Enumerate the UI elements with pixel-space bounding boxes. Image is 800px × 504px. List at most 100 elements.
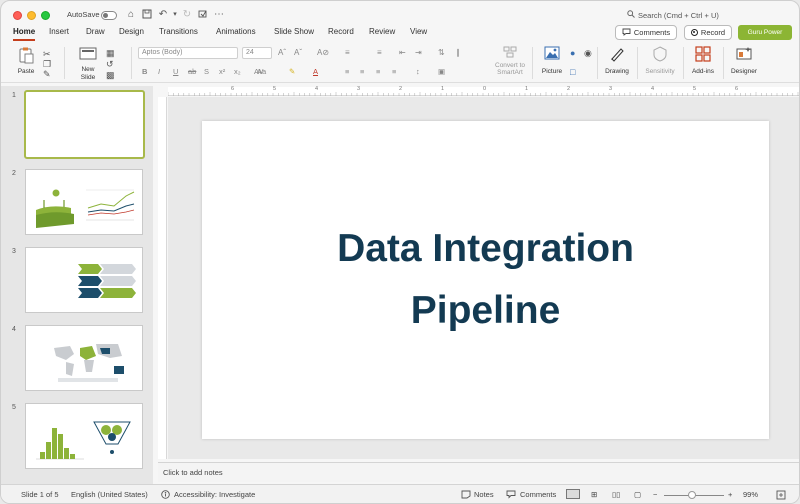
bullets-icon[interactable]: ≡ [345, 48, 350, 57]
minimize-window-button[interactable] [27, 11, 36, 20]
guru-power-button[interactable]: Guru Power [738, 25, 792, 40]
reading-view-icon[interactable]: ▯▯ [612, 490, 620, 499]
home-icon[interactable]: ⌂ [125, 9, 137, 21]
format-painter-icon[interactable]: ✎ [43, 69, 51, 79]
autosave-toggle[interactable] [101, 11, 117, 20]
layout-icon[interactable]: ▦ [106, 48, 115, 58]
align-right-icon[interactable]: ≡ [376, 67, 380, 76]
italic-icon[interactable]: I [158, 67, 160, 76]
clear-format-icon[interactable]: A⊘ [317, 48, 329, 57]
font-name-select[interactable]: Aptos (Body) [138, 47, 238, 59]
slideshow-icon[interactable]: ▢ [634, 490, 641, 499]
status-bar: Slide 1 of 5 English (United States) Acc… [1, 484, 799, 503]
highlight-icon[interactable]: ✎ [289, 67, 295, 76]
comments-button[interactable]: Comments [615, 25, 677, 40]
language-indicator[interactable]: English (United States) [71, 490, 148, 499]
reset-icon[interactable]: ↺ [106, 59, 114, 69]
copy-icon[interactable]: ❐ [43, 59, 51, 69]
search-box[interactable]: Search (Cmd + Ctrl + U) [627, 10, 719, 20]
slide-sorter-icon[interactable]: ⊞ [591, 490, 597, 499]
convert-smartart-button[interactable]: Convert to SmartArt [490, 46, 530, 76]
tab-home[interactable]: Home [13, 27, 36, 41]
more-commands-icon[interactable]: ⋯ [213, 9, 225, 21]
close-window-button[interactable] [13, 11, 22, 20]
shadow-icon[interactable]: S [204, 67, 209, 76]
accessibility-status[interactable]: Accessibility: Investigate [174, 490, 255, 499]
font-color-icon[interactable]: A [313, 67, 318, 76]
increase-font-icon[interactable]: Aˆ [278, 48, 286, 57]
section-icon[interactable]: ▩ [106, 70, 115, 80]
tab-insert[interactable]: Insert [49, 27, 69, 36]
zoom-out-icon[interactable]: − [653, 490, 657, 499]
align-left-icon[interactable]: ≡ [345, 67, 349, 76]
slide-thumbnail-3[interactable] [25, 247, 143, 313]
slide-thumbnail-pane: 1 2 3 4 5 [1, 86, 153, 484]
maximize-window-button[interactable] [41, 11, 50, 20]
zoom-slider-knob[interactable] [688, 491, 696, 499]
textbox-icon[interactable]: □ [570, 67, 575, 77]
slide-thumbnail-1[interactable] [24, 90, 145, 159]
picture-button[interactable]: Picture [538, 46, 566, 75]
align-center-icon[interactable]: ≡ [360, 67, 364, 76]
undo-icon[interactable]: ↶ [157, 9, 169, 21]
redo-icon[interactable]: ↻ [181, 9, 193, 21]
undo-dropdown-icon[interactable]: ▾ [169, 9, 181, 21]
change-case-menu-icon[interactable]: Aa [257, 67, 266, 76]
notes-pane[interactable]: Click to add notes [158, 462, 799, 482]
fit-to-window-icon[interactable] [776, 490, 786, 502]
arrange-icon[interactable]: ◉ [584, 48, 592, 58]
shapes-icon[interactable]: ● [570, 48, 575, 58]
slide-thumbnail-2[interactable] [25, 169, 143, 235]
save-icon[interactable] [141, 9, 153, 21]
slide-thumbnail-4[interactable] [25, 325, 143, 391]
zoom-in-icon[interactable]: + [728, 490, 732, 499]
record-icon [690, 29, 698, 36]
slide-thumbnail-5[interactable] [25, 403, 143, 469]
strikethrough-icon[interactable]: ab [188, 67, 196, 76]
sensitivity-button[interactable]: Sensitivity [642, 46, 678, 75]
powerpoint-window: AutoSave ⌂ ↶ ▾ ↻ ⋯ Search (Cmd + Ctrl + … [0, 0, 800, 504]
tab-animations[interactable]: Animations [216, 27, 256, 36]
justify-icon[interactable]: ≡ [392, 67, 396, 76]
comments-toggle[interactable]: Comments [520, 490, 556, 499]
add-ins-label: Add-ins [691, 68, 715, 75]
drawing-button[interactable]: Drawing [602, 46, 632, 75]
subscript-icon[interactable]: x₂ [234, 67, 241, 76]
designer-button[interactable]: Designer [728, 46, 760, 75]
cut-icon[interactable]: ✂ [43, 49, 51, 59]
ruler-number: 6 [231, 86, 235, 92]
tab-design[interactable]: Design [119, 27, 144, 36]
ruler-number: 5 [273, 86, 277, 92]
tab-record[interactable]: Record [328, 27, 354, 36]
new-slide-button[interactable]: New Slide [73, 46, 103, 82]
superscript-icon[interactable]: x² [219, 67, 225, 76]
decrease-font-icon[interactable]: Aˇ [294, 48, 302, 57]
numbering-icon[interactable]: ≡ [377, 48, 382, 57]
line-spacing-icon[interactable]: ⇅ [438, 48, 445, 57]
zoom-level[interactable]: 99% [743, 490, 758, 499]
text-direction-icon[interactable]: ↕ [416, 67, 420, 76]
bold-icon[interactable]: B [142, 67, 147, 76]
vertical-ruler [158, 97, 167, 459]
font-size-select[interactable]: 24 [242, 47, 272, 59]
increase-indent-icon[interactable]: ⇥ [415, 48, 422, 57]
slide-title-textbox[interactable]: Data Integration Pipeline [266, 218, 706, 342]
current-slide[interactable]: Data Integration Pipeline [202, 121, 769, 439]
paste-button[interactable]: Paste [13, 46, 39, 75]
underline-icon[interactable]: U [173, 67, 178, 76]
normal-view-icon[interactable] [566, 489, 580, 499]
tab-slide-show[interactable]: Slide Show [274, 27, 314, 36]
tab-transitions[interactable]: Transitions [159, 27, 198, 36]
new-slide-icon [79, 47, 97, 60]
tab-view[interactable]: View [410, 27, 427, 36]
record-button[interactable]: Record [684, 25, 732, 40]
tab-draw[interactable]: Draw [86, 27, 105, 36]
format-painter-qat-icon[interactable] [197, 9, 209, 21]
tab-review[interactable]: Review [369, 27, 395, 36]
align-text-icon[interactable]: ▣ [438, 67, 445, 76]
drawing-label: Drawing [605, 68, 629, 75]
columns-icon[interactable]: ∥ [456, 48, 460, 57]
add-ins-button[interactable]: Add-ins [688, 46, 718, 75]
notes-toggle[interactable]: Notes [474, 490, 494, 499]
decrease-indent-icon[interactable]: ⇤ [399, 48, 406, 57]
